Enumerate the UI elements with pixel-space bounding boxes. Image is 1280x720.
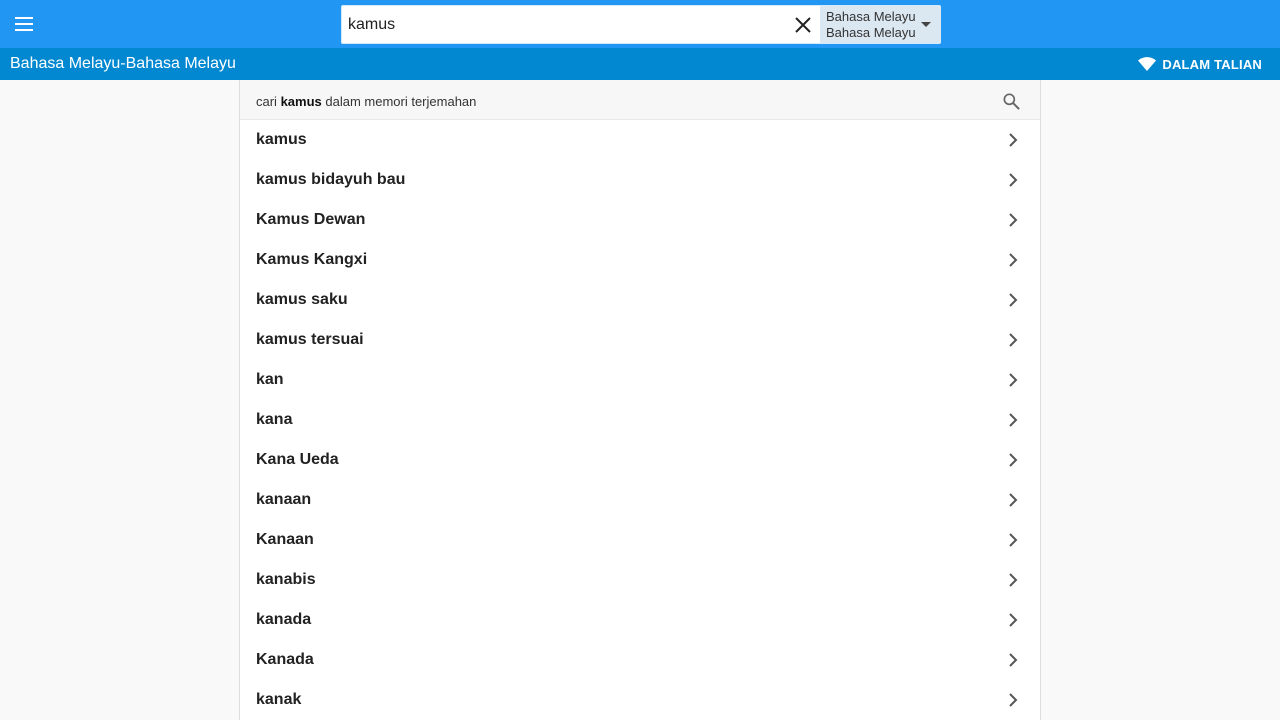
chevron-right-icon: [1009, 333, 1018, 347]
chevron-right-icon: [1009, 573, 1018, 587]
source-language-label: Bahasa Melayu: [826, 9, 916, 24]
chevron-right-icon: [1009, 613, 1018, 627]
suggestion-label: kana: [256, 411, 293, 428]
suggestion-label: kanak: [256, 691, 302, 708]
suggestion-item[interactable]: kanabis: [240, 560, 1040, 600]
suggestion-item[interactable]: kamus: [240, 120, 1040, 160]
translation-memory-text: cari kamus dalam memori terjemahan: [256, 94, 477, 109]
suggestion-label: kamus bidayuh bau: [256, 171, 406, 188]
suggestion-label: kanada: [256, 611, 312, 628]
suggestion-label: Kanada: [256, 651, 314, 668]
dictionary-bar: Bahasa Melayu-Bahasa Melayu DALAM TALIAN: [0, 48, 1280, 80]
chevron-right-icon: [1009, 653, 1018, 667]
search-input[interactable]: [348, 6, 788, 43]
suggestion-label: Kamus Kangxi: [256, 251, 368, 268]
suggestion-item[interactable]: kanak: [240, 680, 1040, 720]
suggestion-label: kan: [256, 371, 284, 388]
language-selector[interactable]: Bahasa Melayu Bahasa Melayu: [820, 6, 941, 43]
suggestion-item[interactable]: kamus tersuai: [240, 320, 1040, 360]
chevron-right-icon: [1009, 213, 1018, 227]
menu-icon: [15, 17, 33, 31]
suggestions-panel: cari kamus dalam memori terjemahan kamus…: [239, 80, 1041, 720]
suggestion-label: kanaan: [256, 491, 312, 508]
top-app-bar: Bahasa Melayu Bahasa Melayu: [0, 0, 1280, 48]
chevron-right-icon: [1009, 453, 1018, 467]
wifi-icon: [1138, 56, 1157, 72]
chevron-right-icon: [1009, 413, 1018, 427]
suggestion-item[interactable]: Kanada: [240, 640, 1040, 680]
suggestion-item[interactable]: kan: [240, 360, 1040, 400]
suggestion-item[interactable]: Kana Ueda: [240, 440, 1040, 480]
menu-button[interactable]: [12, 12, 36, 36]
search-term: kamus: [280, 94, 322, 109]
chevron-right-icon: [1009, 693, 1018, 707]
chevron-right-icon: [1009, 493, 1018, 507]
chevron-right-icon: [1009, 533, 1018, 547]
suggestion-item[interactable]: Kamus Dewan: [240, 200, 1040, 240]
chevron-right-icon: [1009, 373, 1018, 387]
suggestion-item[interactable]: kamus saku: [240, 280, 1040, 320]
suggestion-item[interactable]: Kamus Kangxi: [240, 240, 1040, 280]
suggestion-label: kamus: [256, 131, 307, 148]
suggestion-label: Kamus Dewan: [256, 211, 366, 228]
suggestion-label: kamus tersuai: [256, 331, 364, 348]
search-box: Bahasa Melayu Bahasa Melayu: [341, 5, 941, 44]
suggestion-label: Kanaan: [256, 531, 314, 548]
suggestion-item[interactable]: kanada: [240, 600, 1040, 640]
suggestion-item[interactable]: kamus bidayuh bau: [240, 160, 1040, 200]
suggestion-label: Kana Ueda: [256, 451, 339, 468]
chevron-right-icon: [1009, 293, 1018, 307]
search-translation-memory[interactable]: cari kamus dalam memori terjemahan: [240, 80, 1040, 120]
chevron-right-icon: [1009, 253, 1018, 267]
caret-down-icon: [921, 22, 931, 27]
online-status-button[interactable]: DALAM TALIAN: [1138, 56, 1262, 72]
target-language-label: Bahasa Melayu: [826, 25, 916, 40]
suggestion-item[interactable]: kana: [240, 400, 1040, 440]
suggestion-item[interactable]: Kanaan: [240, 520, 1040, 560]
close-icon: [795, 17, 811, 33]
online-status-label: DALAM TALIAN: [1162, 56, 1262, 72]
search-icon: [1003, 93, 1020, 110]
suggestion-label: kanabis: [256, 571, 316, 588]
clear-search-button[interactable]: [792, 14, 814, 36]
suggestion-item[interactable]: kanaan: [240, 480, 1040, 520]
dictionary-title: Bahasa Melayu-Bahasa Melayu: [10, 55, 236, 72]
chevron-right-icon: [1009, 173, 1018, 187]
suggestion-label: kamus saku: [256, 291, 348, 308]
chevron-right-icon: [1009, 133, 1018, 147]
